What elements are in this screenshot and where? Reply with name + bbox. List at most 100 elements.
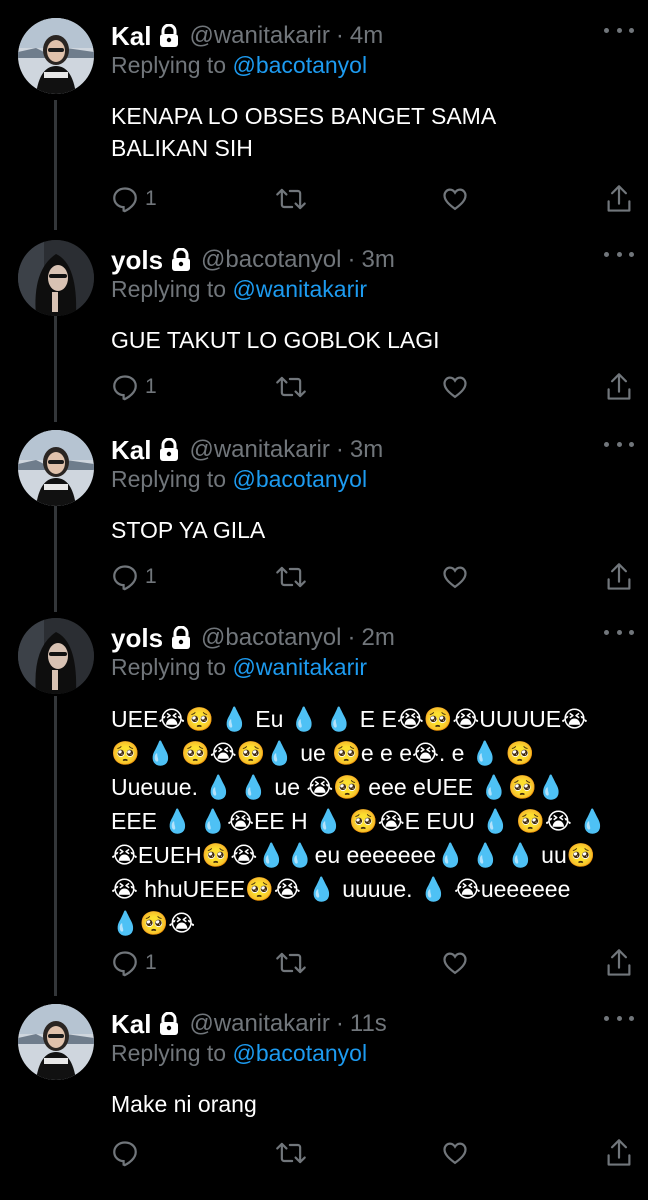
tweet[interactable]: yols @bacotanyol · 3m Replying to @wanit…	[0, 240, 648, 420]
display-name[interactable]: yols	[111, 245, 163, 276]
share-button[interactable]	[605, 372, 633, 402]
heart-icon	[441, 949, 469, 977]
tweet[interactable]: Kal @wanitakarir · 3m Replying to @bacot…	[0, 430, 648, 610]
reply-button[interactable]: 1	[111, 562, 157, 592]
lock-icon	[159, 438, 179, 462]
action-bar: 1	[111, 372, 631, 402]
reply-button[interactable]: 1	[111, 372, 157, 402]
replying-to: Replying to @bacotanyol	[111, 52, 368, 78]
lock-icon	[171, 626, 191, 650]
tweet-header: Kal @wanitakarir · 3m	[111, 430, 383, 470]
display-name[interactable]: Kal	[111, 21, 151, 52]
avatar[interactable]	[18, 1004, 94, 1080]
heart-icon	[441, 563, 469, 591]
tweet-header: yols @bacotanyol · 3m	[111, 240, 395, 280]
username[interactable]: @wanitakarir	[189, 1010, 329, 1038]
avatar[interactable]	[18, 240, 94, 316]
retweet-button[interactable]	[275, 948, 307, 978]
lock-icon	[171, 248, 191, 272]
reply-icon	[111, 563, 139, 591]
share-icon	[605, 562, 633, 592]
retweet-button[interactable]	[275, 184, 307, 214]
share-icon	[605, 1138, 633, 1168]
separator-dot: ·	[335, 22, 344, 49]
separator-dot: ·	[335, 1010, 344, 1037]
retweet-button[interactable]	[275, 372, 307, 402]
reply-icon	[111, 185, 139, 213]
lock-icon	[159, 24, 179, 48]
reply-count: 1	[145, 187, 157, 210]
username[interactable]: @bacotanyol	[201, 624, 341, 652]
retweet-button[interactable]	[275, 562, 307, 592]
mention-link[interactable]: @wanitakarir	[232, 654, 367, 680]
tweet-header: yols @bacotanyol · 2m	[111, 618, 395, 658]
mention-link[interactable]: @bacotanyol	[232, 52, 367, 78]
tweet[interactable]: Kal @wanitakarir · 4m Replying to @bacot…	[0, 16, 648, 226]
more-icon[interactable]	[604, 622, 634, 642]
timestamp[interactable]: 2m	[361, 624, 394, 652]
reply-button[interactable]: 1	[111, 948, 157, 978]
tweet-text: KENAPA LO OBSES BANGET SAMA BALIKAN SIH	[111, 103, 497, 161]
replying-to: Replying to @bacotanyol	[111, 1040, 368, 1066]
like-button[interactable]	[441, 562, 469, 592]
more-icon[interactable]	[604, 20, 634, 40]
more-icon[interactable]	[604, 1008, 634, 1028]
like-button[interactable]	[441, 184, 469, 214]
share-icon	[605, 184, 633, 214]
tweet[interactable]: yols @bacotanyol · 2m Replying to @wanit…	[0, 618, 648, 988]
share-button[interactable]	[605, 948, 633, 978]
share-icon	[605, 372, 633, 402]
mention-link[interactable]: @bacotanyol	[232, 466, 367, 492]
reply-icon	[111, 1139, 139, 1167]
timestamp[interactable]: 3m	[350, 436, 383, 464]
display-name[interactable]: Kal	[111, 1009, 151, 1040]
username[interactable]: @bacotanyol	[201, 246, 341, 274]
retweet-icon	[275, 949, 307, 977]
tweet-text: STOP YA GILA	[111, 517, 266, 543]
avatar[interactable]	[18, 618, 94, 694]
action-bar: 1	[111, 562, 631, 592]
reply-button[interactable]: 1	[111, 184, 157, 214]
mention-link[interactable]: @wanitakarir	[232, 276, 367, 302]
username[interactable]: @wanitakarir	[189, 436, 329, 464]
retweet-button[interactable]	[275, 1138, 307, 1168]
retweet-icon	[275, 185, 307, 213]
share-button[interactable]	[605, 1138, 633, 1168]
tweet-header: Kal @wanitakarir · 4m	[111, 16, 383, 56]
avatar[interactable]	[18, 18, 94, 94]
separator-dot: ·	[347, 624, 356, 651]
replying-to: Replying to @wanitakarir	[111, 654, 368, 680]
replying-to: Replying to @bacotanyol	[111, 466, 368, 492]
like-button[interactable]	[441, 948, 469, 978]
timestamp[interactable]: 4m	[350, 22, 383, 50]
share-button[interactable]	[605, 184, 633, 214]
separator-dot: ·	[335, 436, 344, 463]
more-icon[interactable]	[604, 434, 634, 454]
tweet[interactable]: Kal @wanitakarir · 11s Replying to @baco…	[0, 1004, 648, 1194]
like-button[interactable]	[441, 372, 469, 402]
action-bar: 1	[111, 184, 631, 214]
tweet-text: GUE TAKUT LO GOBLOK LAGI	[111, 327, 440, 353]
heart-icon	[441, 373, 469, 401]
tweet-header: Kal @wanitakarir · 11s	[111, 1004, 387, 1044]
reply-icon	[111, 949, 139, 977]
heart-icon	[441, 1139, 469, 1167]
display-name[interactable]: Kal	[111, 435, 151, 466]
display-name[interactable]: yols	[111, 623, 163, 654]
reply-count: 1	[145, 565, 157, 588]
retweet-icon	[275, 1139, 307, 1167]
share-button[interactable]	[605, 562, 633, 592]
reply-button[interactable]	[111, 1138, 139, 1168]
tweet-text: UEE😭🥺 💧 Eu 💧 💧 E E😭🥺😭UUUUE😭 🥺 💧 🥺😭🥺💧 ue …	[111, 706, 607, 936]
reply-count: 1	[145, 951, 157, 974]
retweet-icon	[275, 373, 307, 401]
timestamp[interactable]: 3m	[361, 246, 394, 274]
reply-icon	[111, 373, 139, 401]
more-icon[interactable]	[604, 244, 634, 264]
like-button[interactable]	[441, 1138, 469, 1168]
mention-link[interactable]: @bacotanyol	[232, 1040, 367, 1066]
timestamp[interactable]: 11s	[350, 1010, 387, 1038]
username[interactable]: @wanitakarir	[189, 22, 329, 50]
action-bar	[111, 1138, 631, 1168]
avatar[interactable]	[18, 430, 94, 506]
